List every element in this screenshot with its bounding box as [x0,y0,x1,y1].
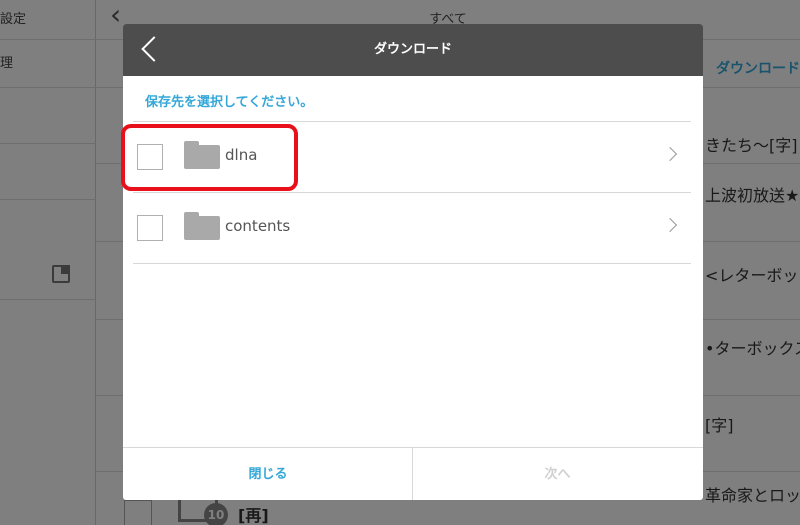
selection-highlight [121,124,298,191]
dialog-footer: 閉じる 次へ [123,447,703,500]
folder-name: contents [225,217,291,235]
folder-checkbox[interactable] [137,215,163,241]
next-button[interactable]: 次へ [412,448,702,500]
dialog-header: ダウンロード [123,24,703,76]
chevron-right-icon[interactable] [662,217,678,233]
divider [133,263,691,264]
folder-icon [184,212,220,240]
dialog-subtitle: 保存先を選択してください。 [145,95,314,110]
close-button[interactable]: 閉じる [123,448,413,500]
chevron-right-icon[interactable] [662,146,678,162]
folder-item-contents[interactable]: contents [133,193,691,263]
back-arrow-icon[interactable] [137,34,163,66]
dialog-title: ダウンロード [373,42,452,57]
download-dialog: ダウンロード 保存先を選択してください。 dlna contents 閉じる 次… [123,24,703,500]
